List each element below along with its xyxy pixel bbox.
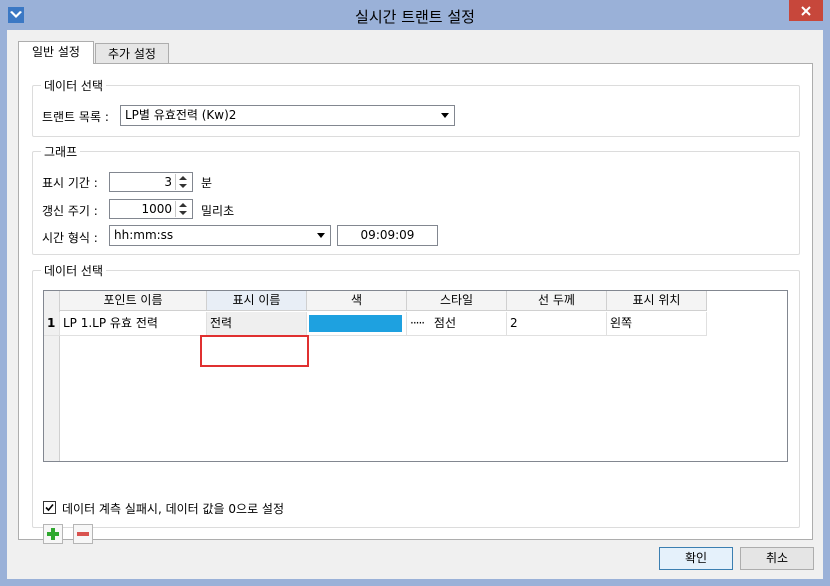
chevron-up-icon[interactable]: [179, 176, 187, 180]
stepper-buttons[interactable]: [175, 201, 191, 217]
tab-panel: 데이터 선택 트랜트 목록 : LP별 유효전력 (Kw)2 그래프 표시 기간…: [18, 63, 813, 544]
period-stepper[interactable]: 3: [109, 172, 193, 192]
add-row-button[interactable]: [43, 524, 63, 544]
chevron-down-icon: [441, 113, 449, 118]
tab-additional[interactable]: 추가 설정: [95, 43, 169, 64]
column-header[interactable]: 스타일: [407, 291, 507, 311]
data-grid[interactable]: 포인트 이름 표시 이름 색 스타일 선 두께 표시 위치 1 LP 1.LP …: [43, 290, 788, 462]
chevron-down-icon[interactable]: [179, 211, 187, 215]
color-swatch[interactable]: [309, 315, 402, 332]
checkmark-icon: [45, 503, 54, 512]
column-header[interactable]: 색: [307, 291, 407, 311]
period-label: 표시 기간 :: [42, 176, 98, 190]
tab-general[interactable]: 일반 설정: [18, 41, 94, 64]
ok-button[interactable]: 확인: [659, 547, 733, 570]
cancel-button[interactable]: 취소: [740, 547, 814, 570]
dialog-window: 실시간 트랜트 설정 일반 설정 추가 설정 데이터 선택 트랜트 목록 : L…: [0, 0, 830, 586]
cell-style[interactable]: ····· 점선: [407, 312, 507, 336]
style-value: 점선: [433, 316, 456, 330]
cell-line-width[interactable]: 2: [507, 312, 607, 336]
time-format-value: hh:mm:ss: [114, 228, 174, 242]
group-title: 데이터 선택: [41, 262, 107, 279]
column-header[interactable]: 표시 이름: [207, 291, 307, 311]
stepper-buttons[interactable]: [175, 174, 191, 190]
window-title: 실시간 트랜트 설정: [355, 8, 475, 26]
refresh-stepper[interactable]: 1000: [109, 199, 193, 219]
group-title: 그래프: [41, 143, 81, 160]
refresh-unit: 밀리초: [201, 204, 235, 218]
trend-list-label: 트랜트 목록 :: [42, 110, 109, 124]
period-unit: 분: [201, 176, 213, 190]
chevron-down-icon: [317, 233, 325, 238]
cell-position[interactable]: 왼쪽: [607, 312, 707, 336]
dotted-line-icon: ·····: [410, 316, 425, 330]
data-select-group: 데이터 선택 트랜트 목록 : LP별 유효전력 (Kw)2: [32, 77, 800, 137]
title-bar[interactable]: 실시간 트랜트 설정: [0, 0, 830, 30]
time-format-label: 시간 형식 :: [42, 231, 98, 245]
column-header[interactable]: 포인트 이름: [60, 291, 207, 311]
group-title: 데이터 선택: [41, 77, 107, 94]
time-preview: 09:09:09: [337, 225, 438, 246]
graph-group: 그래프 표시 기간 : 3 분 갱신 주기 : 1000 밀리초 시간 형식:…: [32, 143, 800, 255]
column-header[interactable]: 표시 위치: [607, 291, 707, 311]
row-index[interactable]: 1: [44, 312, 60, 336]
time-format-select[interactable]: hh:mm:ss: [109, 225, 331, 246]
column-header[interactable]: 선 두께: [507, 291, 607, 311]
close-button[interactable]: [789, 0, 823, 21]
period-value: 3: [164, 175, 172, 189]
refresh-label: 갱신 주기 :: [42, 204, 98, 218]
minus-icon: [77, 532, 89, 536]
selection-highlight: [200, 335, 309, 367]
refresh-value: 1000: [141, 202, 172, 216]
chevron-down-icon[interactable]: [179, 184, 187, 188]
zero-on-fail-checkbox[interactable]: [43, 501, 56, 514]
plus-icon: [47, 528, 59, 540]
client-area: 일반 설정 추가 설정 데이터 선택 트랜트 목록 : LP별 유효전력 (Kw…: [7, 30, 823, 579]
cell-point-name[interactable]: LP 1.LP 유효 전력: [60, 312, 207, 336]
zero-on-fail-label: 데이터 계측 실패시, 데이터 값을 0으로 설정: [62, 502, 285, 516]
cell-color[interactable]: [307, 312, 407, 336]
remove-row-button[interactable]: [73, 524, 93, 544]
trend-list-value: LP별 유효전력 (Kw)2: [125, 108, 237, 122]
close-icon: [801, 5, 811, 16]
chevron-up-icon[interactable]: [179, 203, 187, 207]
cell-display-name[interactable]: 전력: [207, 312, 307, 336]
trend-list-select[interactable]: LP별 유효전력 (Kw)2: [120, 105, 455, 126]
